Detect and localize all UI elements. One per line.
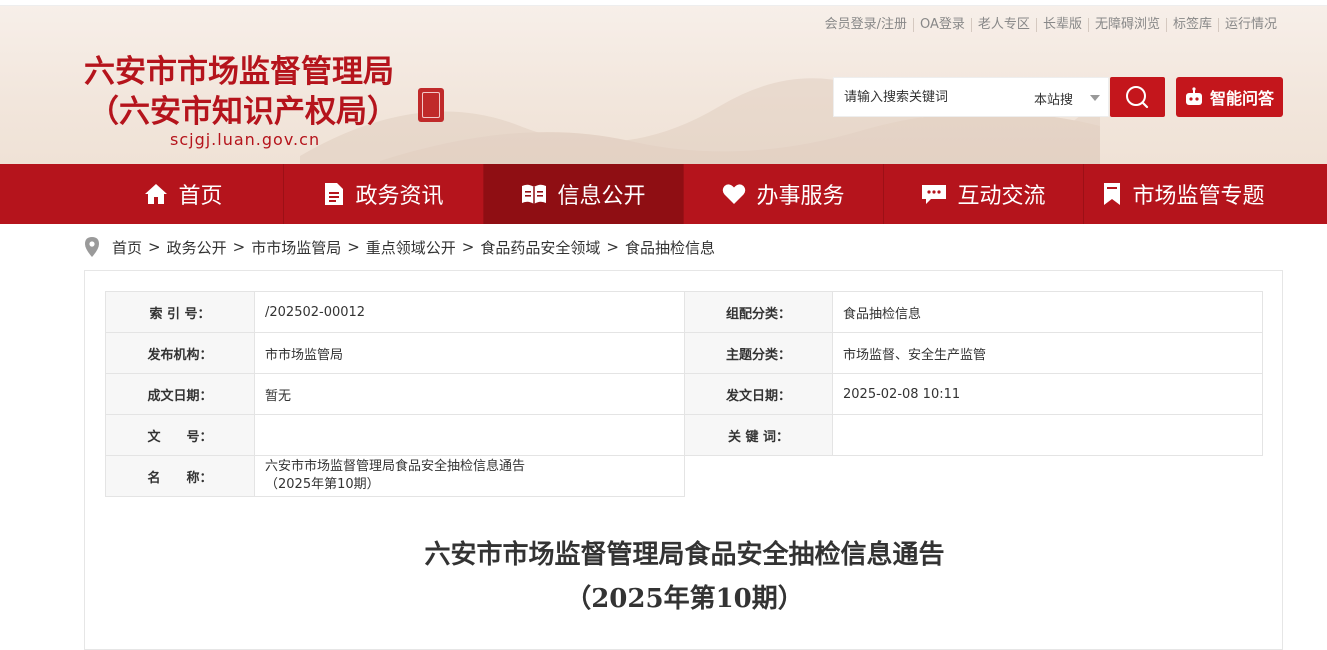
search-input[interactable]: [834, 78, 1024, 116]
ai-qa-button[interactable]: 智能问答: [1176, 77, 1283, 117]
document-number-label: 文 号：: [105, 414, 255, 456]
publisher-value: 市市场监管局: [254, 332, 685, 374]
site-title-line2: （六安市知识产权局）: [88, 94, 398, 130]
document-title: 六安市市场监督管理局食品安全抽检信息通告 （2025年第10期）: [85, 533, 1284, 621]
name-label: 名 称：: [105, 455, 255, 497]
nav-services[interactable]: 办事服务: [683, 164, 883, 224]
document-title-line2: （2025年第10期）: [565, 584, 804, 614]
nav-label: 政务资讯: [355, 184, 444, 209]
search-button[interactable]: [1110, 77, 1165, 117]
issued-date-label: 发文日期：: [684, 373, 833, 415]
home-icon: [145, 184, 168, 204]
breadcrumb-separator: >: [347, 238, 360, 256]
keywords-label: 关 键 词：: [684, 414, 833, 456]
link-run-status[interactable]: 运行情况: [1217, 18, 1283, 32]
link-member-login[interactable]: 会员登录/注册: [819, 18, 913, 32]
topic-value: 市场监督、安全生产监管: [832, 332, 1263, 374]
created-date-label: 成文日期：: [105, 373, 255, 415]
search-icon: [1126, 86, 1149, 109]
nav-government-news[interactable]: 政务资讯: [283, 164, 483, 224]
metadata-table: 索 引 号： /202502-00012 组配分类： 食品抽检信息 发布机构： …: [105, 291, 1263, 497]
ai-qa-label: 智能问答: [1210, 89, 1275, 108]
breadcrumb-separator: >: [461, 238, 475, 256]
nav-label: 信息公开: [557, 184, 646, 209]
index-number-label: 索 引 号：: [105, 291, 255, 333]
breadcrumb: 首页 > 政务公开 > 市市场监管局 > 重点领域公开 > 食品药品安全领域 >…: [84, 236, 715, 258]
breadcrumb-food-sampling[interactable]: 食品抽检信息: [625, 237, 715, 258]
topic-label: 主题分类：: [684, 332, 833, 374]
robot-icon: [1186, 87, 1202, 105]
search-box: 本站搜: [833, 77, 1109, 117]
nav-label: 首页: [178, 184, 223, 209]
empty-cell: [685, 456, 1263, 497]
breadcrumb-government-affairs[interactable]: 政务公开: [167, 237, 227, 258]
seal-logo-icon: [418, 88, 444, 122]
site-title-line1: 六安市市场监督管理局: [84, 54, 394, 90]
created-date-value: 暂无: [254, 373, 685, 415]
heart-icon: [723, 184, 746, 204]
publisher-label: 发布机构：: [105, 332, 255, 374]
article-content: 索 引 号： /202502-00012 组配分类： 食品抽检信息 发布机构： …: [84, 270, 1283, 650]
name-value-line1: 六安市市场监督管理局食品安全抽检信息通告: [265, 459, 526, 474]
breadcrumb-separator: >: [148, 238, 161, 256]
table-row: 成文日期： 暂无 发文日期： 2025-02-08 10:11: [105, 373, 1263, 415]
category-value: 食品抽检信息: [832, 291, 1263, 333]
link-oa-login[interactable]: OA登录: [913, 18, 971, 32]
chevron-down-icon[interactable]: [1090, 95, 1100, 101]
nav-label: 互动交流: [957, 184, 1046, 209]
link-accessibility[interactable]: 无障碍浏览: [1087, 18, 1166, 32]
breadcrumb-food-drug-safety[interactable]: 食品药品安全领域: [480, 237, 600, 258]
open-book-icon: [522, 184, 547, 204]
nav-information-disclosure[interactable]: 信息公开: [483, 164, 683, 224]
index-number-value: /202502-00012: [254, 291, 685, 333]
link-tag-library[interactable]: 标签库: [1165, 18, 1218, 32]
table-row: 文 号： 关 键 词：: [105, 414, 1263, 456]
main-nav: 首页 政务资讯 信息公开 办事服务 互动交流 市场监管专题: [0, 164, 1327, 224]
breadcrumb-home[interactable]: 首页: [112, 237, 142, 258]
category-label: 组配分类：: [684, 291, 833, 333]
search-scope-select[interactable]: 本站搜: [1034, 89, 1073, 108]
location-pin-icon: [85, 237, 99, 257]
issued-date-value: 2025-02-08 10:11: [832, 373, 1263, 415]
document-title-line1: 六安市市场监督管理局食品安全抽检信息通告: [424, 540, 945, 570]
bookmark-icon: [1104, 183, 1121, 205]
site-title[interactable]: 六安市市场监督管理局 （六安市知识产权局）: [84, 52, 398, 132]
table-row: 名 称： 六安市市场监督管理局食品安全抽检信息通告 （2025年第10期）: [105, 455, 1263, 497]
breadcrumb-separator: >: [606, 238, 619, 256]
document-number-value: [254, 414, 685, 456]
name-value: 六安市市场监督管理局食品安全抽检信息通告 （2025年第10期）: [254, 455, 685, 497]
breadcrumb-separator: >: [232, 238, 246, 256]
breadcrumb-bureau[interactable]: 市市场监管局: [251, 237, 341, 258]
table-row: 索 引 号： /202502-00012 组配分类： 食品抽检信息: [105, 291, 1263, 333]
document-icon: [325, 183, 344, 205]
keywords-value: [832, 414, 1263, 456]
chat-icon: [922, 185, 947, 204]
site-url: scjgj.luan.gov.cn: [170, 130, 321, 149]
nav-label: 办事服务: [756, 184, 845, 209]
nav-interaction[interactable]: 互动交流: [883, 164, 1083, 224]
link-elderly-zone[interactable]: 老人专区: [970, 18, 1036, 32]
link-elder-version[interactable]: 长辈版: [1035, 18, 1088, 32]
nav-home[interactable]: 首页: [84, 164, 283, 224]
top-links: 会员登录/注册 OA登录 老人专区 长辈版 无障碍浏览 标签库 运行情况: [819, 18, 1283, 32]
breadcrumb-key-areas[interactable]: 重点领域公开: [366, 237, 456, 258]
site-header: 会员登录/注册 OA登录 老人专区 长辈版 无障碍浏览 标签库 运行情况 六安市…: [0, 6, 1327, 164]
table-row: 发布机构： 市市场监管局 主题分类： 市场监督、安全生产监管: [105, 332, 1263, 374]
nav-label: 市场监管专题: [1132, 184, 1265, 209]
name-value-line2: （2025年第10期）: [265, 477, 380, 492]
nav-market-supervision-topic[interactable]: 市场监管专题: [1083, 164, 1283, 224]
